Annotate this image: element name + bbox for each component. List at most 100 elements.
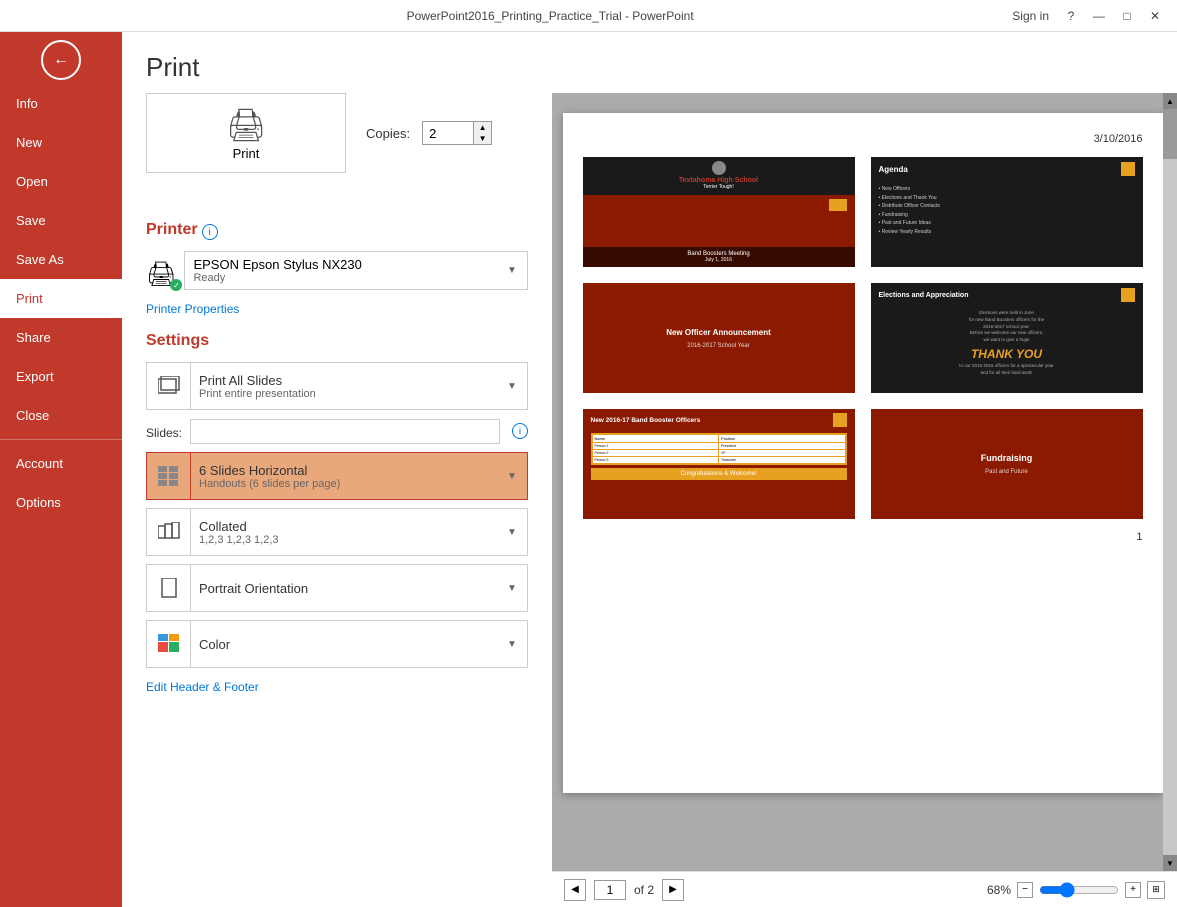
slide4-title: Elections and Appreciation (879, 292, 969, 299)
slide1-logo-img (712, 161, 726, 175)
scroll-thumb (1163, 109, 1177, 159)
copies-label: Copies: (366, 126, 410, 141)
zoom-in-button[interactable]: + (1125, 882, 1141, 898)
preview-panel: ▲ ▼ 3/10/2016 Textahoma High School (552, 93, 1177, 907)
printer-dropdown[interactable]: EPSON Epson Stylus NX230 Ready ▼ (184, 251, 528, 290)
preview-scroll-area: 3/10/2016 Textahoma High School Terrier … (552, 93, 1177, 871)
zoom-slider[interactable] (1039, 882, 1119, 898)
sidebar-item-export[interactable]: Export (0, 357, 122, 396)
color-text: Color (191, 632, 497, 657)
print-all-slides-sub: Print entire presentation (199, 388, 489, 400)
prev-page-button[interactable]: ◀ (564, 879, 586, 901)
sidebar-item-new[interactable]: New (0, 123, 122, 162)
zoom-row: 68% − + ⊞ (987, 881, 1165, 899)
slides-label: Slides: (146, 426, 182, 440)
preview-page: 3/10/2016 Textahoma High School Terrier … (563, 113, 1163, 793)
orientation-dropdown[interactable]: Portrait Orientation ▼ (146, 564, 528, 612)
edit-header-footer-link[interactable]: Edit Header & Footer (146, 680, 528, 694)
slide5-title: New 2016-17 Band Booster Officers (591, 417, 701, 424)
next-page-button[interactable]: ▶ (662, 879, 684, 901)
printer-row: 🖨 ✓ EPSON Epson Stylus NX230 Ready ▼ (146, 251, 528, 298)
sidebar-item-save[interactable]: Save (0, 201, 122, 240)
settings-section: Settings Print All Slides Print entire p… (146, 332, 528, 694)
preview-scrollbar[interactable]: ▲ ▼ (1163, 93, 1177, 871)
sidebar-item-options[interactable]: Options (0, 483, 122, 522)
title-bar: PowerPoint2016_Printing_Practice_Trial -… (0, 0, 1177, 32)
print-all-slides-main: Print All Slides (199, 373, 489, 388)
print-all-slides-dropdown[interactable]: Print All Slides Print entire presentati… (146, 362, 528, 410)
color-icon (147, 621, 191, 667)
color-dropdown[interactable]: Color ▼ (146, 620, 528, 668)
sign-in-link[interactable]: Sign in (1012, 9, 1049, 23)
slide1-footer: Band Boosters Meeting July 1, 2016 (583, 247, 855, 267)
slides-layout-sub: Handouts (6 slides per page) (199, 478, 489, 490)
slide5-accent (833, 413, 847, 427)
preview-bottom-bar: ◀ of 2 ▶ 68% − + ⊞ (552, 871, 1177, 907)
orientation-arrow: ▼ (497, 583, 527, 594)
sidebar-item-save-as[interactable]: Save As (0, 240, 122, 279)
slide5-congrats: Congratulations & Welcome! (591, 468, 847, 480)
printer-properties-link[interactable]: Printer Properties (146, 302, 528, 316)
collated-dropdown[interactable]: Collated 1,2,3 1,2,3 1,2,3 ▼ (146, 508, 528, 556)
page-nav: ◀ of 2 ▶ (564, 879, 684, 901)
printer-info: EPSON Epson Stylus NX230 Ready (185, 252, 497, 289)
fit-to-window-button[interactable]: ⊞ (1147, 881, 1165, 899)
copies-spinners: ▲ ▼ (473, 122, 491, 144)
print-all-slides-arrow: ▼ (497, 381, 527, 392)
slide6-subtitle: Past and Future (985, 469, 1028, 475)
sidebar-item-print[interactable]: Print (0, 279, 122, 318)
scroll-up-btn[interactable]: ▲ (1163, 93, 1177, 109)
print-button[interactable]: 🖨 Print (146, 93, 346, 173)
left-panel: 🖨 Print Copies: ▲ ▼ (122, 93, 552, 907)
copies-row: Copies: ▲ ▼ (366, 121, 492, 145)
back-button[interactable]: ← (41, 40, 81, 80)
slide4-accent (1121, 288, 1135, 302)
print-all-slides-text: Print All Slides Print entire presentati… (191, 368, 497, 405)
slide2-accent (1121, 162, 1135, 176)
copies-input[interactable] (423, 123, 473, 144)
slide-thumb-2: Agenda • New Officers • Elections and Th… (871, 157, 1143, 267)
maximize-button[interactable]: □ (1113, 6, 1141, 26)
sidebar-item-info[interactable]: Info (0, 84, 122, 123)
slides-layout-dropdown[interactable]: 6 Slides Horizontal Handouts (6 slides p… (146, 452, 528, 500)
sidebar-item-close[interactable]: Close (0, 396, 122, 435)
slides-icon (147, 363, 191, 409)
copies-input-wrap: ▲ ▼ (422, 121, 492, 145)
close-window-button[interactable]: ✕ (1141, 6, 1169, 26)
slide2-content: • New Officers • Elections and Thank You… (871, 181, 1143, 240)
slides-input[interactable] (190, 419, 500, 444)
slide1-accent (829, 199, 847, 211)
slide-thumb-3: New Officer Announcement 2016-2017 Schoo… (583, 283, 855, 393)
sidebar-divider (0, 439, 122, 440)
zoom-out-button[interactable]: − (1017, 882, 1033, 898)
slides-layout-text: 6 Slides Horizontal Handouts (6 slides p… (191, 458, 497, 495)
slides-info-icon[interactable]: i (512, 423, 528, 439)
color-arrow: ▼ (497, 639, 527, 650)
sidebar-item-open[interactable]: Open (0, 162, 122, 201)
slide2-title: Agenda (879, 165, 908, 174)
printer-icon: 🖨 (226, 106, 267, 144)
color-main: Color (199, 637, 489, 652)
printer-info-icon[interactable]: i (202, 224, 218, 240)
print-area: 🖨 Print Copies: ▲ ▼ (122, 93, 1177, 907)
slide5-table: Name Position Person 1 President Person … (591, 433, 847, 465)
slides-layout-main: 6 Slides Horizontal (199, 463, 489, 478)
copies-decrement[interactable]: ▼ (473, 133, 491, 144)
printer-heading: Printer (146, 221, 198, 239)
slide-thumb-5: New 2016-17 Band Booster Officers Name P… (583, 409, 855, 519)
help-button[interactable]: ? (1057, 6, 1085, 26)
minimize-button[interactable]: — (1085, 6, 1113, 26)
title-bar-filename: PowerPoint2016_Printing_Practice_Trial -… (88, 9, 1012, 23)
preview-date: 3/10/2016 (583, 133, 1143, 145)
sidebar-item-share[interactable]: Share (0, 318, 122, 357)
collated-main: Collated (199, 519, 489, 534)
current-page-input[interactable] (594, 880, 626, 900)
scroll-down-btn[interactable]: ▼ (1163, 855, 1177, 871)
sidebar-item-account[interactable]: Account (0, 444, 122, 483)
zoom-level: 68% (987, 883, 1011, 897)
slides-input-row: Slides: i (146, 418, 528, 444)
copies-increment[interactable]: ▲ (473, 122, 491, 133)
total-pages: of 2 (634, 883, 654, 897)
preview-page-number: 1 (583, 531, 1143, 543)
printer-dropdown-arrow: ▼ (497, 265, 527, 276)
